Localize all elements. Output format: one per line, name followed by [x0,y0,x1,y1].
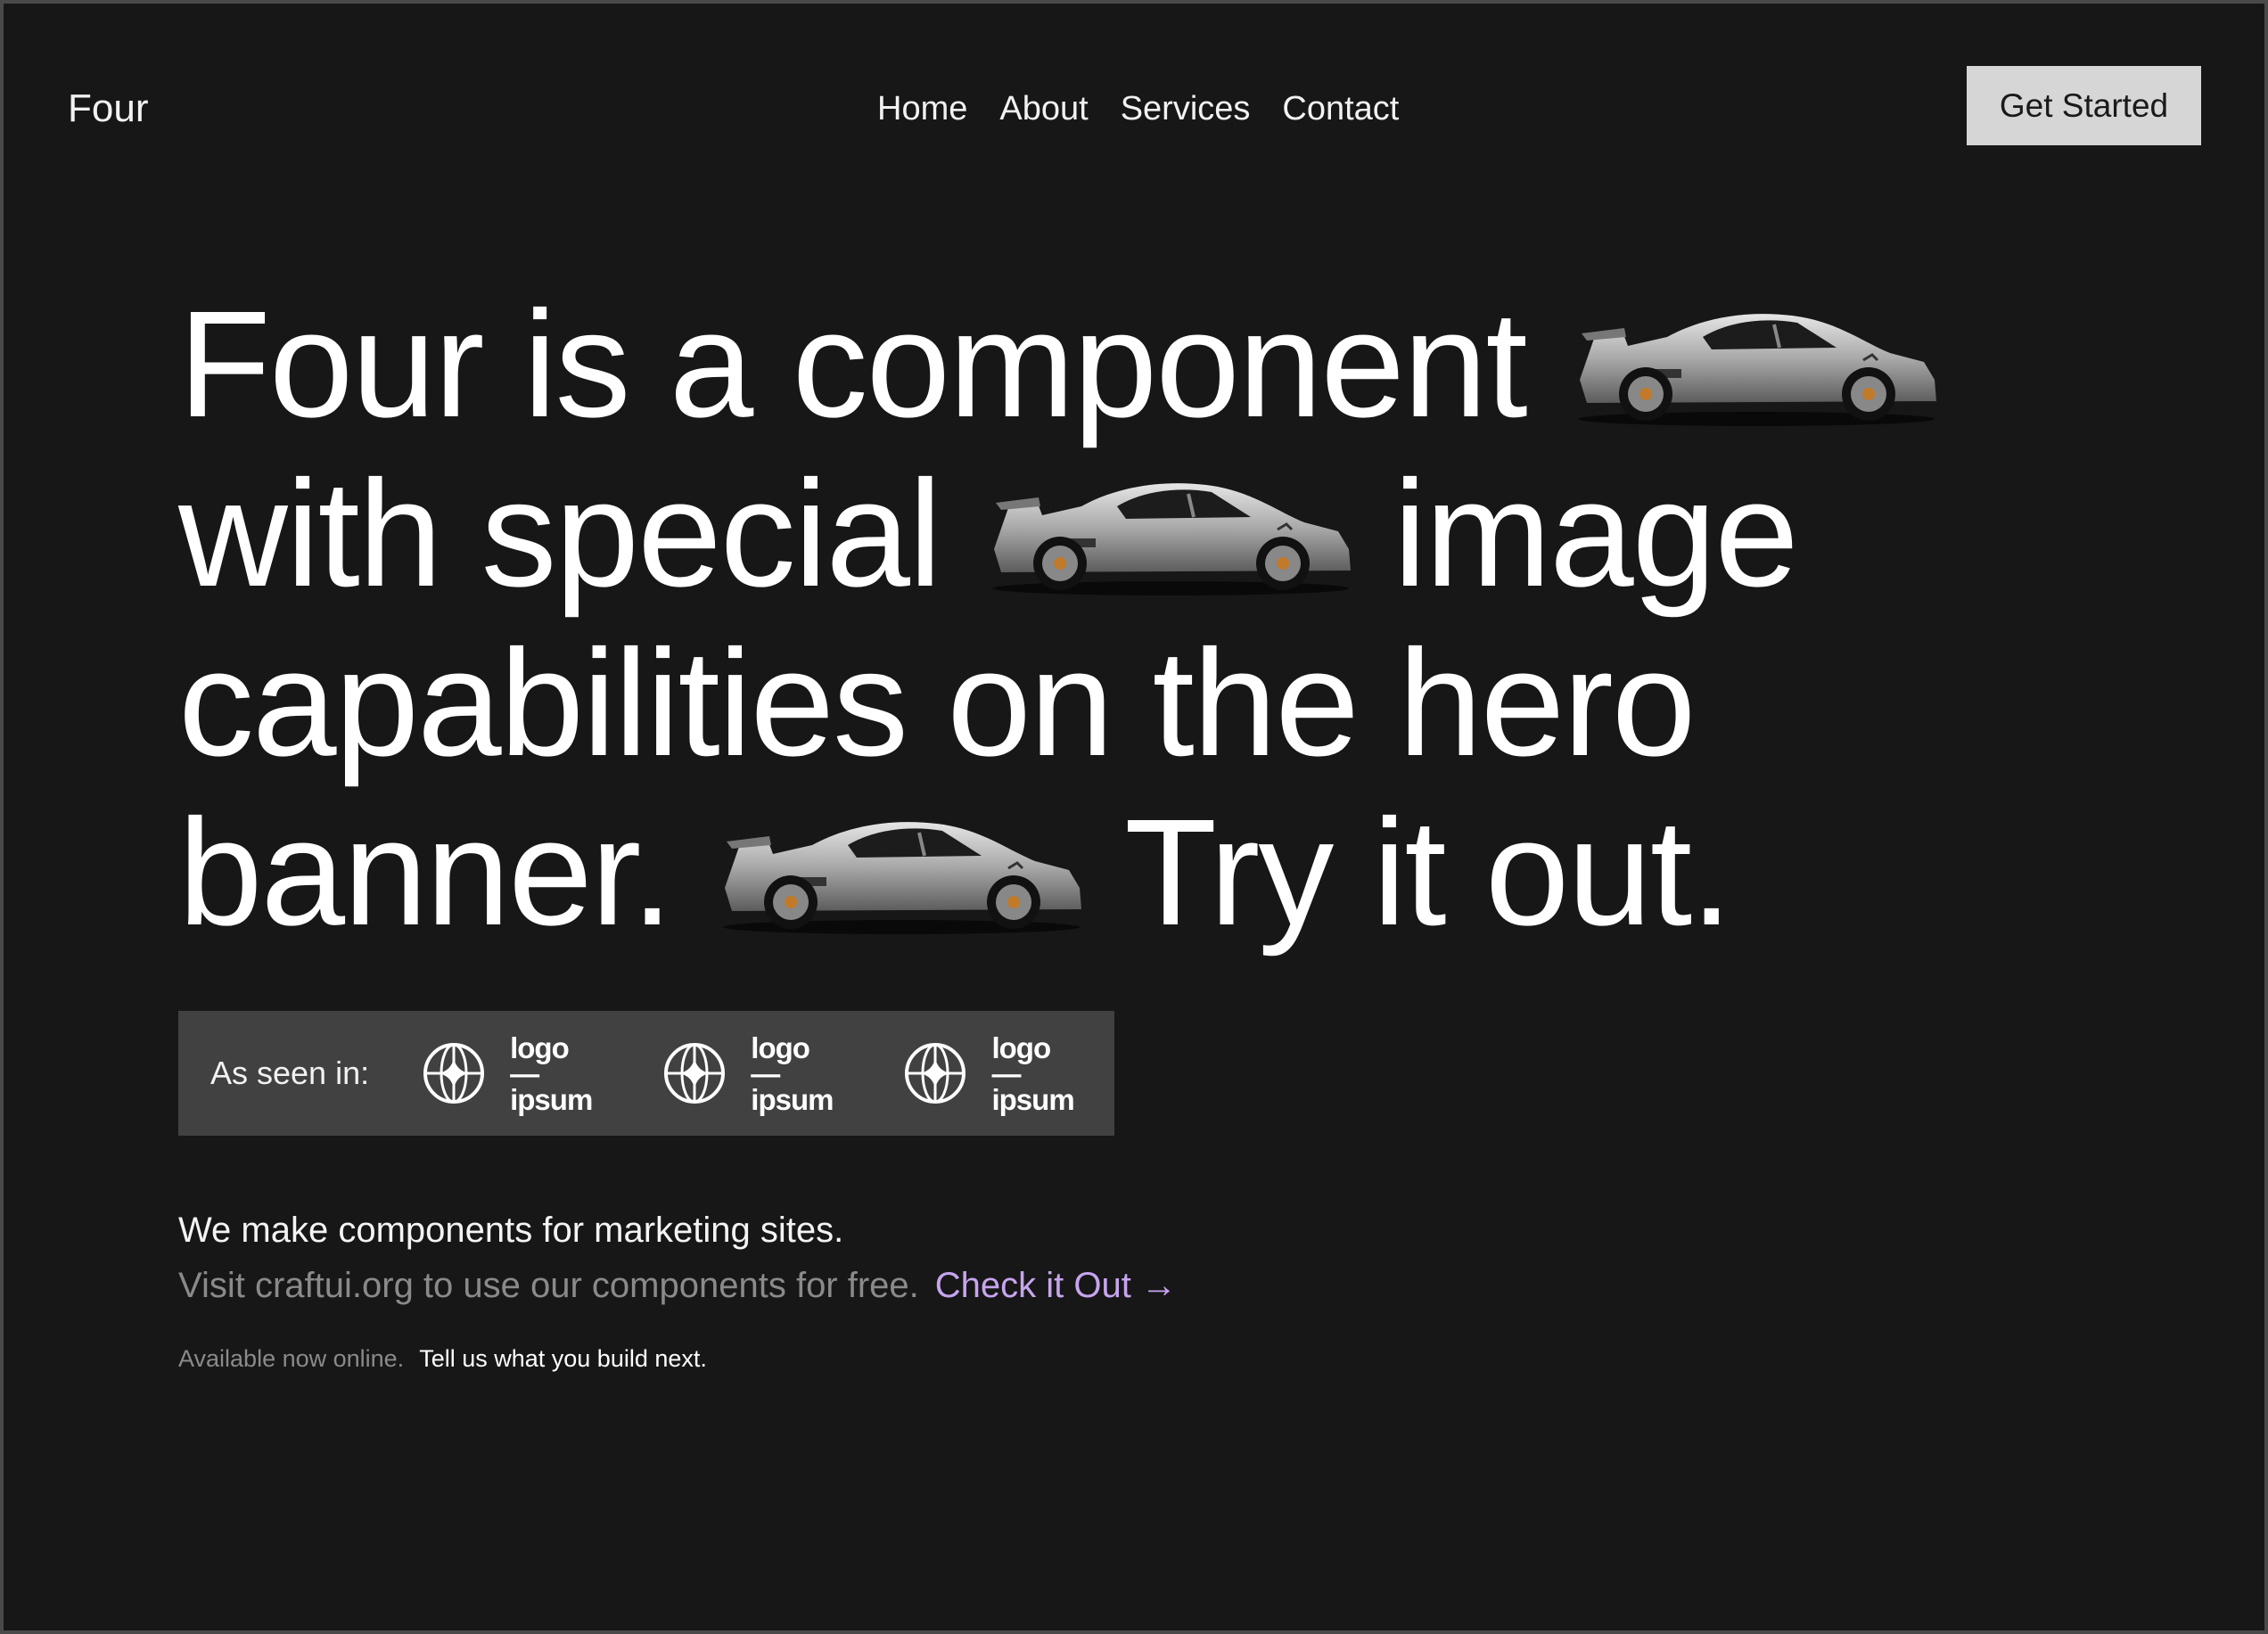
main-nav: Home About Services Contact [877,84,1431,134]
as-seen-in-label: As seen in: [210,1055,370,1091]
hero-text: capabilities on the hero [178,619,1696,788]
hero-line-2: with special image [178,449,2050,619]
visit-text: Visit craftui.org to use our components … [178,1266,919,1305]
hero-text: Try it out. [1124,788,1732,957]
hero-line-1: Four is a component [178,280,2050,449]
hero-line-4: banner. Try it out. [178,788,2050,957]
sports-car-image [714,806,1089,940]
sports-car-image [1569,298,1943,431]
check-it-out-link[interactable]: Check it Out → [935,1262,1177,1309]
hero-heading: Four is a component with special image c… [178,280,2050,957]
hero-text: banner. [178,788,673,957]
nav-home[interactable]: Home [877,84,967,134]
nav-about[interactable]: About [999,84,1088,134]
tell-us-text: Tell us what you build next. [419,1345,707,1372]
visit-line: Visit craftui.org to use our components … [178,1262,1177,1309]
hero-text: Four is a component [178,280,1528,449]
available-text: Available now online. [178,1345,405,1372]
hero-text: with special [178,449,942,619]
tagline: We make components for marketing sites. [178,1211,844,1250]
get-started-button[interactable]: Get Started [1967,66,2201,145]
brand-logo[interactable]: Four [68,84,148,134]
footnote: Available now online. Tell us what you b… [178,1343,707,1375]
globe-star-icon [421,1040,497,1106]
page-frame: Four Home About Services Contact Get Sta… [4,4,2264,1630]
logo-wordmark: logo— ipsum [510,1030,593,1116]
globe-star-icon [662,1040,738,1106]
logo-wordmark: logo— ipsum [991,1030,1074,1116]
partner-logo: logo— ipsum [902,1030,1075,1116]
sports-car-image [983,467,1358,601]
partner-logo: logo— ipsum [421,1030,593,1116]
hero-line-3: capabilities on the hero [178,619,2050,788]
as-seen-in-bar: As seen in: logo— ipsum logo— ipsum logo… [178,1011,1114,1136]
nav-contact[interactable]: Contact [1282,84,1399,134]
logo-wordmark: logo— ipsum [751,1030,834,1116]
hero-text: image [1393,449,1799,619]
partner-logo: logo— ipsum [662,1030,834,1116]
nav-services[interactable]: Services [1121,84,1251,134]
globe-star-icon [902,1040,979,1106]
